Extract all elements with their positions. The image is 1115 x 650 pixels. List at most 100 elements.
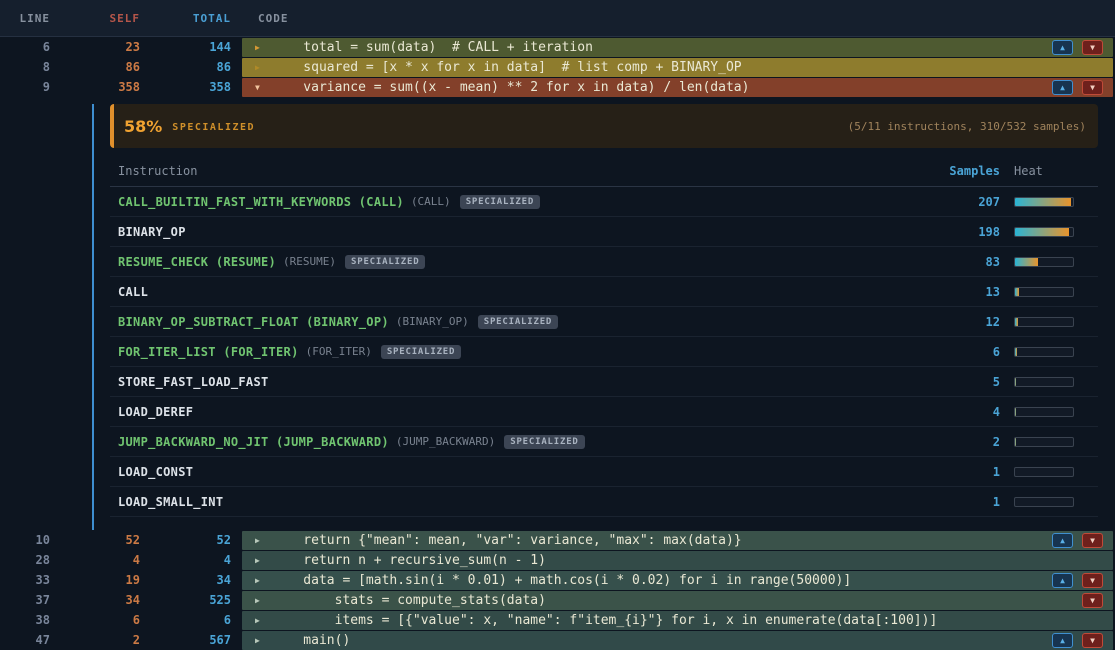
- heat-bar-fill: [1015, 198, 1071, 206]
- code-heat-band[interactable]: ▶ squared = [x * x for x in data] # list…: [242, 58, 1113, 77]
- specialized-badge: SPECIALIZED: [504, 435, 584, 449]
- down-nav-button[interactable]: ▼: [1082, 40, 1103, 55]
- code-heat-band[interactable]: ▶ stats = compute_stats(data)▼: [242, 591, 1113, 610]
- instruction-name-cell: CALL_BUILTIN_FAST_WITH_KEYWORDS (CALL)(C…: [110, 195, 920, 209]
- instruction-name-cell: LOAD_SMALL_INT: [110, 495, 920, 509]
- heat-bar-fill: [1015, 318, 1018, 326]
- self-samples: 86: [60, 60, 140, 74]
- instruction-rows: CALL_BUILTIN_FAST_WITH_KEYWORDS (CALL)(C…: [110, 187, 1098, 517]
- specialized-badge: SPECIALIZED: [478, 315, 558, 329]
- instruction-row: CALL13: [110, 277, 1098, 307]
- expand-arrow-icon[interactable]: ▶: [242, 616, 272, 625]
- heat-cell: [1000, 467, 1098, 477]
- up-nav-button[interactable]: ▲: [1052, 533, 1073, 548]
- specialized-badge: SPECIALIZED: [460, 195, 540, 209]
- instruction-row: LOAD_DEREF4: [110, 397, 1098, 427]
- code-line-row[interactable]: 3734525▶ stats = compute_stats(data)▼: [0, 590, 1115, 610]
- instruction-base-family: (BINARY_OP): [396, 315, 469, 328]
- heat-bar: [1014, 347, 1074, 357]
- code-line-row[interactable]: 105252▶ return {"mean": mean, "var": var…: [0, 530, 1115, 550]
- heat-bar: [1014, 497, 1074, 507]
- code-line-row[interactable]: 331934▶ data = [math.sin(i * 0.01) + mat…: [0, 570, 1115, 590]
- total-samples: 144: [140, 40, 231, 54]
- total-samples: 6: [140, 613, 231, 627]
- self-samples: 4: [60, 553, 140, 567]
- up-nav-button[interactable]: ▲: [1052, 80, 1073, 95]
- col-header-total[interactable]: TOTAL: [140, 12, 231, 25]
- instruction-base-family: (JUMP_BACKWARD): [396, 435, 495, 448]
- instruction-samples: 2: [920, 435, 1000, 449]
- instruction-row: STORE_FAST_LOAD_FAST5: [110, 367, 1098, 397]
- code-heat-band[interactable]: ▶ items = [{"value": x, "name": f"item_{…: [242, 611, 1113, 630]
- instruction-row: RESUME_CHECK (RESUME)(RESUME)SPECIALIZED…: [110, 247, 1098, 277]
- line-number: 10: [0, 533, 60, 547]
- sample-counts-meta: (5/11 instructions, 310/532 samples): [848, 120, 1086, 133]
- code-line-row[interactable]: 2844▶ return n + recursive_sum(n - 1): [0, 550, 1115, 570]
- code-line-row[interactable]: 472567▶ main()▲▼: [0, 630, 1115, 650]
- line-number: 28: [0, 553, 60, 567]
- down-nav-button[interactable]: ▼: [1082, 633, 1103, 648]
- instruction-name: CALL_BUILTIN_FAST_WITH_KEYWORDS (CALL): [118, 195, 404, 209]
- col-header-line[interactable]: LINE: [0, 12, 60, 25]
- instruction-samples: 83: [920, 255, 1000, 269]
- col-header-heat[interactable]: Heat: [1000, 164, 1098, 178]
- self-samples: 52: [60, 533, 140, 547]
- instruction-name: RESUME_CHECK (RESUME): [118, 255, 276, 269]
- code-line-row[interactable]: 623144▶ total = sum(data) # CALL + itera…: [0, 37, 1115, 57]
- heat-bar-fill: [1015, 348, 1017, 356]
- heat-bar-fill: [1015, 258, 1038, 266]
- heat-cell: [1000, 317, 1098, 327]
- code-heat-band[interactable]: ▶ main() ▲ ▼: [242, 631, 1113, 650]
- instruction-name-cell: RESUME_CHECK (RESUME)(RESUME)SPECIALIZED: [110, 255, 920, 269]
- expand-arrow-icon[interactable]: ▶: [242, 536, 272, 545]
- instruction-name-cell: LOAD_CONST: [110, 465, 920, 479]
- up-nav-button[interactable]: ▲: [1052, 633, 1073, 648]
- heat-cell: [1000, 347, 1098, 357]
- code-text: items = [{"value": x, "name": f"item_{i}…: [272, 611, 937, 630]
- code-heat-band[interactable]: ▶ total = sum(data) # CALL + iteration▲▼: [242, 38, 1113, 57]
- code-heat-band[interactable]: ▼ variance = sum((x - mean) ** 2 for x i…: [242, 78, 1113, 97]
- down-nav-button[interactable]: ▼: [1082, 533, 1103, 548]
- heat-bar: [1014, 227, 1074, 237]
- expand-arrow-icon[interactable]: ▶: [242, 576, 272, 585]
- code-line-row[interactable]: 9358358▼ variance = sum((x - mean) ** 2 …: [0, 77, 1115, 97]
- heat-bar-fill: [1015, 378, 1016, 386]
- specialized-badge: SPECIALIZED: [381, 345, 461, 359]
- code-heat-band[interactable]: ▶ data = [math.sin(i * 0.01) + math.cos(…: [242, 571, 1113, 590]
- col-header-self[interactable]: SELF: [60, 12, 140, 25]
- heat-bar: [1014, 437, 1074, 447]
- collapse-arrow-icon[interactable]: ▼: [242, 83, 272, 92]
- instruction-name: LOAD_DEREF: [118, 405, 193, 419]
- down-nav-button[interactable]: ▼: [1082, 80, 1103, 95]
- instruction-base-family: (FOR_ITER): [306, 345, 372, 358]
- code-heat-band[interactable]: ▶ return n + recursive_sum(n - 1): [242, 551, 1113, 570]
- up-nav-button[interactable]: ▲: [1052, 573, 1073, 588]
- code-line-row[interactable]: 88686▶ squared = [x * x for x in data] #…: [0, 57, 1115, 77]
- row-nav-buttons: ▲▼: [1052, 533, 1113, 548]
- heat-cell: [1000, 227, 1098, 237]
- instruction-name: CALL: [118, 285, 148, 299]
- instruction-row: LOAD_SMALL_INT1: [110, 487, 1098, 517]
- code-text: return n + recursive_sum(n - 1): [272, 551, 546, 570]
- instruction-samples: 198: [920, 225, 1000, 239]
- expand-arrow-icon[interactable]: ▶: [242, 63, 272, 72]
- expand-arrow-icon[interactable]: ▶: [242, 596, 272, 605]
- code-rows-bottom: 105252▶ return {"mean": mean, "var": var…: [0, 530, 1115, 650]
- instruction-name-cell: FOR_ITER_LIST (FOR_ITER)(FOR_ITER)SPECIA…: [110, 345, 920, 359]
- row-nav-buttons: ▲▼: [1052, 573, 1113, 588]
- col-header-code[interactable]: CODE: [231, 12, 289, 25]
- code-heat-band[interactable]: ▶ return {"mean": mean, "var": variance,…: [242, 531, 1113, 550]
- col-header-instruction[interactable]: Instruction: [110, 164, 920, 178]
- code-text: main(): [272, 631, 350, 650]
- code-text: data = [math.sin(i * 0.01) + math.cos(i …: [272, 571, 851, 590]
- total-samples: 525: [140, 593, 231, 607]
- down-nav-button[interactable]: ▼: [1082, 593, 1103, 608]
- up-nav-button[interactable]: ▲: [1052, 40, 1073, 55]
- expand-arrow-icon[interactable]: ▶: [242, 556, 272, 565]
- col-header-samples[interactable]: Samples: [920, 164, 1000, 178]
- expand-arrow-icon[interactable]: ▶: [242, 43, 272, 52]
- instruction-base-family: (RESUME): [283, 255, 336, 268]
- code-line-row[interactable]: 3866▶ items = [{"value": x, "name": f"it…: [0, 610, 1115, 630]
- expand-arrow-icon[interactable]: ▶: [242, 636, 272, 645]
- down-nav-button[interactable]: ▼: [1082, 573, 1103, 588]
